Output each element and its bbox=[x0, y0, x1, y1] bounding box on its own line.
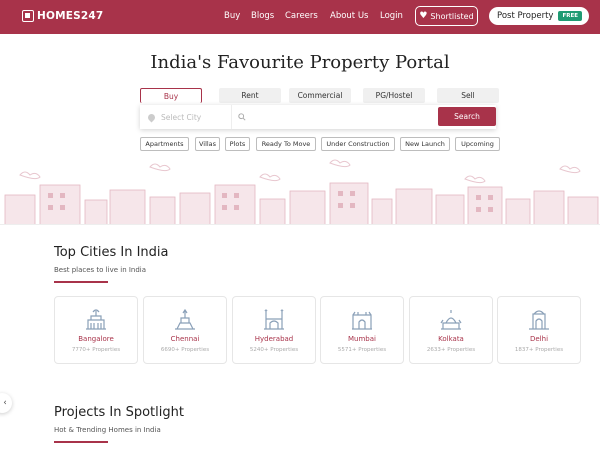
kolkata-victoria-memorial-icon bbox=[440, 310, 462, 330]
city-select-placeholder: Select City bbox=[161, 112, 202, 122]
search-button[interactable]: Search bbox=[438, 107, 496, 126]
hyderabad-charminar-icon bbox=[264, 309, 284, 330]
tab-pg-hostel[interactable]: PG/Hostel bbox=[363, 88, 425, 103]
chip-apartments[interactable]: Apartments bbox=[140, 137, 189, 151]
nav-buy[interactable]: Buy bbox=[224, 11, 240, 21]
city-card-hyderabad[interactable]: Hyderabad 5240+ Properties bbox=[232, 296, 316, 364]
projects-underline bbox=[54, 441, 108, 443]
city-property-count: 7770+ Properties bbox=[71, 347, 121, 353]
tab-sell[interactable]: Sell bbox=[437, 88, 499, 103]
tab-commercial[interactable]: Commercial bbox=[289, 88, 351, 103]
shortlisted-button[interactable]: ♥ Shortlisted bbox=[415, 6, 478, 26]
city-property-count: 5240+ Properties bbox=[249, 347, 299, 353]
nav-careers[interactable]: Careers bbox=[285, 11, 318, 21]
tab-buy[interactable]: Buy bbox=[140, 88, 202, 103]
search-icon bbox=[238, 113, 246, 121]
top-cities-title: Top Cities In India bbox=[54, 245, 169, 260]
hero-title: India's Favourite Property Portal bbox=[150, 52, 450, 73]
city-skyline-illustration bbox=[4, 159, 599, 225]
projects-title: Projects In Spotlight bbox=[54, 405, 184, 420]
chip-plots[interactable]: Plots bbox=[225, 137, 250, 151]
chip-villas[interactable]: Villas bbox=[195, 137, 220, 151]
post-property-button[interactable]: Post Property FREE bbox=[489, 7, 589, 25]
city-select[interactable]: Select City bbox=[140, 105, 232, 129]
home-logo-icon bbox=[22, 10, 34, 22]
tab-rent[interactable]: Rent bbox=[219, 88, 281, 103]
nav-about-us[interactable]: About Us bbox=[330, 11, 368, 21]
city-card-delhi[interactable]: Delhi 1837+ Properties bbox=[497, 296, 581, 364]
city-name: Kolkata bbox=[438, 335, 464, 343]
chennai-landmark-icon bbox=[175, 308, 195, 330]
city-name: Bangalore bbox=[78, 335, 114, 343]
mumbai-gateway-icon bbox=[352, 311, 372, 330]
post-property-label: Post Property bbox=[497, 11, 554, 21]
top-cities-underline bbox=[54, 281, 108, 283]
city-property-count: 2633+ Properties bbox=[426, 347, 476, 353]
city-name: Delhi bbox=[529, 335, 549, 343]
shortlisted-label: Shortlisted bbox=[430, 11, 474, 21]
bangalore-landmark-icon bbox=[86, 309, 106, 330]
hero-divider bbox=[0, 224, 600, 225]
city-name: Hyderabad bbox=[254, 335, 294, 343]
location-pin-icon bbox=[146, 112, 157, 122]
city-card-kolkata[interactable]: Kolkata 2633+ Properties bbox=[409, 296, 493, 364]
chevron-left-icon: ‹ bbox=[3, 398, 7, 408]
heart-icon: ♥ bbox=[419, 11, 428, 21]
city-card-bangalore[interactable]: Bangalore 7770+ Properties bbox=[54, 296, 138, 364]
city-name: Chennai bbox=[170, 335, 200, 343]
city-property-count: 1837+ Properties bbox=[514, 347, 564, 353]
nav-blogs[interactable]: Blogs bbox=[251, 11, 274, 21]
carousel-prev-button[interactable]: ‹ bbox=[0, 393, 12, 413]
chip-under-construction[interactable]: Under Construction bbox=[321, 137, 395, 151]
chip-ready-to-move[interactable]: Ready To Move bbox=[256, 137, 316, 151]
projects-subtitle: Hot & Trending Homes in India bbox=[54, 426, 161, 434]
city-card-chennai[interactable]: Chennai 6690+ Properties bbox=[143, 296, 227, 364]
city-property-count: 5571+ Properties bbox=[337, 347, 387, 353]
search-bar: Select City Search bbox=[140, 105, 496, 129]
city-card-mumbai[interactable]: Mumbai 5571+ Properties bbox=[320, 296, 404, 364]
chip-new-launch[interactable]: New Launch bbox=[400, 137, 450, 151]
delhi-india-gate-icon bbox=[529, 310, 549, 330]
nav-login[interactable]: Login bbox=[380, 11, 403, 21]
city-property-count: 6690+ Properties bbox=[160, 347, 210, 353]
site-logo[interactable]: HOMES247 bbox=[22, 10, 103, 22]
free-badge: FREE bbox=[558, 11, 582, 21]
top-navbar: HOMES247 Buy Blogs Careers About Us Logi… bbox=[0, 0, 600, 34]
city-name: Mumbai bbox=[348, 335, 376, 343]
chip-upcoming[interactable]: Upcoming bbox=[455, 137, 500, 151]
logo-text: HOMES247 bbox=[37, 10, 104, 22]
top-cities-subtitle: Best places to live in India bbox=[54, 266, 147, 274]
